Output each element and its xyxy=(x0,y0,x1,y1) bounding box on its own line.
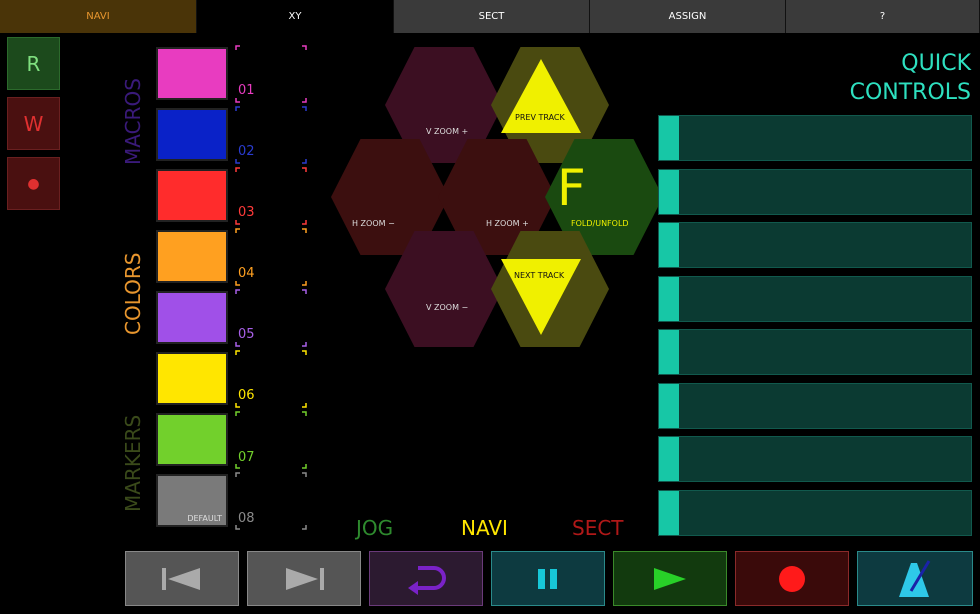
loop-button[interactable] xyxy=(369,551,483,606)
metronome-icon xyxy=(899,559,931,597)
macros-label: MACROS xyxy=(121,78,145,165)
color-swatch-04[interactable] xyxy=(156,230,228,283)
v-zoom-plus-label: V ZOOM + xyxy=(426,127,469,136)
fold-letter-icon: F xyxy=(557,159,586,217)
arm-button[interactable]: ● xyxy=(7,157,60,210)
mode-jog[interactable]: JOG xyxy=(356,516,393,540)
skip-forward-icon xyxy=(286,567,324,590)
read-button[interactable]: R xyxy=(7,37,60,90)
prev-track-label: PREV TRACK xyxy=(515,113,565,122)
quick-control-slider[interactable] xyxy=(658,276,972,322)
quick-control-slider[interactable] xyxy=(658,169,972,215)
slider-handle[interactable] xyxy=(659,170,679,214)
quick-control-slider[interactable] xyxy=(658,222,972,268)
tab-navi[interactable]: NAVI xyxy=(0,0,197,33)
color-swatch-07[interactable] xyxy=(156,413,228,466)
play-icon xyxy=(654,567,686,590)
slider-handle[interactable] xyxy=(659,277,679,321)
skip-back-icon xyxy=(162,567,200,590)
metronome-button[interactable] xyxy=(857,551,973,606)
h-zoom-plus-label: H ZOOM + xyxy=(486,219,529,228)
v-zoom-minus-label: V ZOOM − xyxy=(426,303,469,312)
tab-assign[interactable]: ASSIGN xyxy=(590,0,786,33)
h-zoom-minus-label: H ZOOM − xyxy=(352,219,395,228)
slider-handle[interactable] xyxy=(659,384,679,428)
markers-label: MARKERS xyxy=(121,414,145,512)
mode-sect[interactable]: SECT xyxy=(572,516,624,540)
triangle-down-icon xyxy=(501,259,581,335)
color-swatch-02[interactable] xyxy=(156,108,228,161)
mode-navi[interactable]: NAVI xyxy=(461,516,508,540)
slider-handle[interactable] xyxy=(659,491,679,535)
play-button[interactable] xyxy=(613,551,727,606)
color-swatch-08[interactable]: DEFAULT xyxy=(156,474,228,527)
pause-button[interactable] xyxy=(491,551,605,606)
tab-xy[interactable]: XY xyxy=(197,0,394,33)
quick-control-slider[interactable] xyxy=(658,329,972,375)
next-marker-button[interactable] xyxy=(247,551,361,606)
color-swatch-06[interactable] xyxy=(156,352,228,405)
quick-controls-title-line2: CONTROLS xyxy=(849,80,971,105)
color-swatch-01[interactable] xyxy=(156,47,228,100)
fold-unfold-label: FOLD/UNFOLD xyxy=(571,219,629,228)
tab-sect[interactable]: SECT xyxy=(394,0,590,33)
color-swatch-05[interactable] xyxy=(156,291,228,344)
record-button[interactable] xyxy=(735,551,849,606)
color-swatch-03[interactable] xyxy=(156,169,228,222)
colors-label: COLORS xyxy=(121,252,145,335)
slider-handle[interactable] xyxy=(659,223,679,267)
marker-slot-brackets xyxy=(235,45,307,530)
quick-control-slider[interactable] xyxy=(658,490,972,536)
quick-control-slider[interactable] xyxy=(658,383,972,429)
next-track-label: NEXT TRACK xyxy=(514,271,565,280)
tab-help[interactable]: ? xyxy=(786,0,980,33)
pause-icon xyxy=(538,568,557,589)
quick-controls-title-line1: QUICK xyxy=(901,51,971,76)
loop-icon xyxy=(408,565,446,595)
slider-handle[interactable] xyxy=(659,116,679,160)
quick-control-slider[interactable] xyxy=(658,436,972,482)
prev-marker-button[interactable] xyxy=(125,551,239,606)
default-label: DEFAULT xyxy=(187,514,222,523)
write-button[interactable]: W xyxy=(7,97,60,150)
record-icon xyxy=(779,565,805,592)
slider-handle[interactable] xyxy=(659,330,679,374)
slider-handle[interactable] xyxy=(659,437,679,481)
quick-control-slider[interactable] xyxy=(658,115,972,161)
triangle-up-icon xyxy=(501,59,581,133)
